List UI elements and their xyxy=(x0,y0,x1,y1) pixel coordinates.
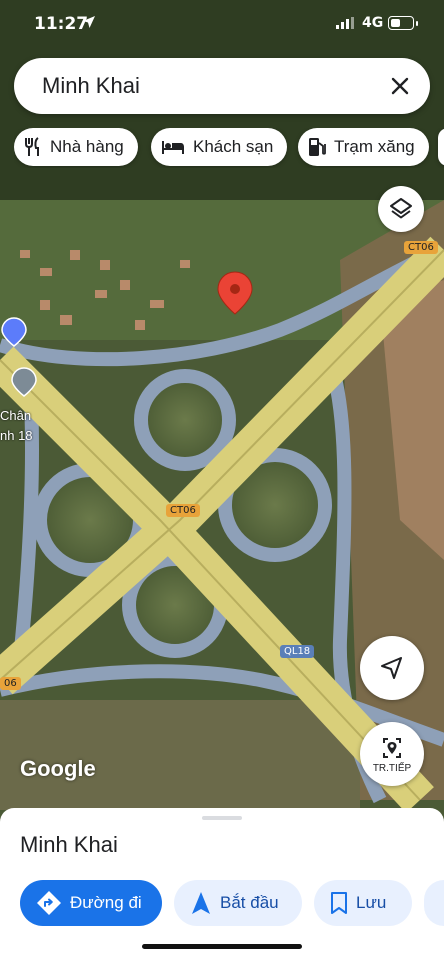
more-actions-button[interactable] xyxy=(424,880,444,926)
road-label-ql18: QL18 xyxy=(280,645,315,658)
navigation-arrow-icon xyxy=(381,657,402,679)
signal-icon xyxy=(336,17,354,29)
start-label: Bắt đầu xyxy=(220,893,279,912)
place-label-nh18: nh 18 xyxy=(0,428,33,443)
status-time: 11:27 xyxy=(34,14,89,34)
navigation-icon xyxy=(192,892,210,914)
google-watermark: Google xyxy=(20,756,96,781)
location-arrow-icon xyxy=(83,16,95,28)
chip-label: Khách sạn xyxy=(193,137,274,156)
directions-icon xyxy=(37,891,61,915)
road-label-ct06-center: CT06 xyxy=(166,504,200,517)
restaurant-icon xyxy=(25,137,39,156)
bookmark-icon xyxy=(331,892,347,914)
chip-hotels[interactable]: Khách sạn xyxy=(151,128,288,166)
gas-station-icon xyxy=(309,138,326,156)
chip-label: Trạm xăng xyxy=(334,137,415,156)
street-view-button[interactable]: TR.TIẾP xyxy=(360,722,424,786)
place-label-chan: Chân xyxy=(0,408,32,423)
search-query[interactable]: Minh Khai xyxy=(42,73,140,99)
close-icon[interactable] xyxy=(386,72,414,100)
hotel-icon xyxy=(162,141,184,154)
my-location-button[interactable] xyxy=(360,636,424,700)
save-label: Lưu xyxy=(356,893,387,912)
home-indicator xyxy=(142,944,302,949)
battery-icon xyxy=(388,16,418,30)
start-button[interactable]: Bắt đầu xyxy=(174,880,302,926)
layers-icon xyxy=(390,198,412,219)
road-label-ct06-top: CT06 xyxy=(404,241,438,254)
place-title: Minh Khai xyxy=(20,832,118,857)
place-sheet[interactable]: Minh Khai Đường đi Bắt đầu Lưu xyxy=(0,808,444,960)
chip-more[interactable] xyxy=(438,128,444,166)
directions-button[interactable]: Đường đi xyxy=(20,880,162,926)
search-bar[interactable]: Minh Khai xyxy=(14,58,430,114)
street-view-icon xyxy=(383,737,401,758)
network-type: 4G xyxy=(362,15,384,31)
chip-restaurants[interactable]: Nhà hàng xyxy=(14,128,138,166)
chip-gas-stations[interactable]: Trạm xăng xyxy=(298,128,429,166)
sheet-drag-handle[interactable] xyxy=(202,816,242,820)
layers-button[interactable] xyxy=(378,186,424,232)
category-chips: Nhà hàng Khách sạn Trạm xăng xyxy=(14,128,444,168)
directions-label: Đường đi xyxy=(70,893,142,912)
chip-label: Nhà hàng xyxy=(50,137,124,156)
save-button[interactable]: Lưu xyxy=(314,880,412,926)
road-label-06: 06 xyxy=(0,677,21,690)
street-view-label: TR.TIẾP xyxy=(372,762,412,774)
status-bar: 11:27 4G xyxy=(0,0,444,50)
